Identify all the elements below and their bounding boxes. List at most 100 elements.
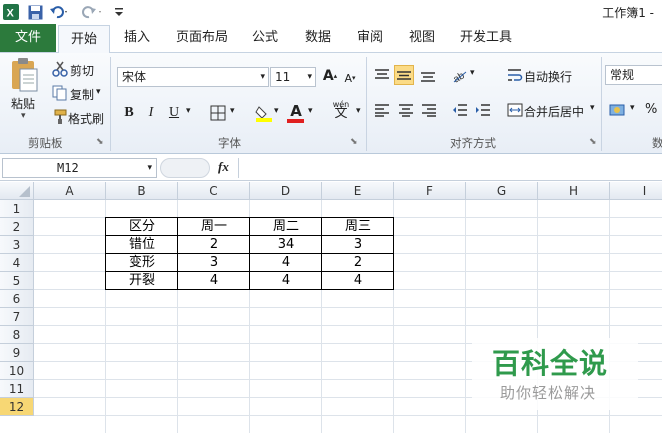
chevron-down-icon[interactable]: ▾ <box>630 103 635 113</box>
table-cell[interactable]: 4 <box>250 272 322 290</box>
underline-button[interactable]: U <box>164 103 184 123</box>
font-color-icon[interactable]: A <box>286 101 306 121</box>
tab-review[interactable]: 审阅 <box>357 24 383 52</box>
increase-indent-icon[interactable] <box>473 100 493 120</box>
align-middle-icon[interactable] <box>394 65 414 85</box>
table-cell[interactable]: 3 <box>178 254 250 272</box>
table-cell[interactable]: 3 <box>322 236 394 254</box>
tab-home[interactable]: 开始 <box>58 25 110 54</box>
number-format-combo[interactable]: 常规 <box>605 65 662 85</box>
paste-icon[interactable] <box>8 57 40 93</box>
tab-developer[interactable]: 开发工具 <box>460 24 512 52</box>
format-painter-icon[interactable] <box>50 107 70 127</box>
align-center-icon[interactable] <box>396 100 416 120</box>
tab-page-layout[interactable]: 页面布局 <box>176 24 228 52</box>
orientation-icon[interactable]: ab <box>450 65 470 85</box>
copy-button[interactable]: 复制 <box>70 86 94 103</box>
fill-color-icon[interactable] <box>254 103 274 123</box>
tab-data[interactable]: 数据 <box>305 24 331 52</box>
align-left-icon[interactable] <box>372 100 392 120</box>
undo-icon[interactable] <box>48 3 70 21</box>
align-right-icon[interactable] <box>419 100 439 120</box>
row-header-4[interactable]: 4 <box>0 254 34 272</box>
scissors-icon[interactable] <box>50 59 70 79</box>
table-cell[interactable]: 4 <box>178 272 250 290</box>
italic-button[interactable]: I <box>141 103 161 123</box>
font-size-combo[interactable]: 11 ▾ <box>270 67 316 87</box>
decrease-indent-icon[interactable] <box>450 100 470 120</box>
accounting-format-icon[interactable] <box>608 100 628 120</box>
tab-formulas[interactable]: 公式 <box>252 24 278 52</box>
column-header-h[interactable]: H <box>538 182 610 200</box>
chevron-down-icon[interactable]: ▾ <box>274 106 279 116</box>
select-all-corner[interactable] <box>0 182 34 200</box>
column-header-g[interactable]: G <box>466 182 538 200</box>
chevron-down-icon[interactable]: ▾ <box>308 106 313 116</box>
merge-center-button[interactable]: 合并后居中 <box>524 103 584 120</box>
table-cell[interactable]: 4 <box>250 254 322 272</box>
row-header-10[interactable]: 10 <box>0 362 34 380</box>
table-cell[interactable]: 2 <box>322 254 394 272</box>
table-header-cell[interactable]: 周三 <box>322 218 394 236</box>
row-header-3[interactable]: 3 <box>0 236 34 254</box>
table-cell[interactable]: 错位 <box>106 236 178 254</box>
borders-icon[interactable] <box>208 103 228 123</box>
copy-icon[interactable] <box>50 83 70 103</box>
name-box[interactable]: M12 ▾ <box>2 158 157 178</box>
chevron-down-icon[interactable]: ▾ <box>230 106 235 116</box>
wrap-text-button[interactable]: 自动换行 <box>524 68 572 85</box>
column-header-e[interactable]: E <box>322 182 394 200</box>
align-bottom-icon[interactable] <box>418 65 438 85</box>
font-launcher-icon[interactable]: ⬊ <box>350 137 358 147</box>
chevron-down-icon[interactable]: ▾ <box>186 106 191 116</box>
customize-toolbar-icon[interactable] <box>112 3 126 21</box>
bold-button[interactable]: B <box>119 103 139 123</box>
alignment-launcher-icon[interactable]: ⬊ <box>589 137 597 147</box>
table-cell[interactable]: 变形 <box>106 254 178 272</box>
row-header-12[interactable]: 12 <box>0 398 34 416</box>
save-icon[interactable] <box>26 3 44 21</box>
chevron-down-icon[interactable]: ▾ <box>590 103 595 113</box>
phonetic-guide-icon[interactable]: wén 文 <box>328 100 354 124</box>
format-painter-button[interactable]: 格式刷 <box>68 110 104 127</box>
row-header-6[interactable]: 6 <box>0 290 34 308</box>
table-header-cell[interactable]: 周二 <box>250 218 322 236</box>
shrink-font-icon[interactable]: A ▾ <box>340 68 360 88</box>
cut-button[interactable]: 剪切 <box>70 62 94 79</box>
merge-center-icon[interactable] <box>505 100 525 120</box>
row-header-2[interactable]: 2 <box>0 218 34 236</box>
table-cell[interactable]: 34 <box>250 236 322 254</box>
chevron-down-icon[interactable]: ▾ <box>356 106 361 116</box>
column-header-b[interactable]: B <box>106 182 178 200</box>
formula-input[interactable] <box>238 158 662 178</box>
chevron-down-icon[interactable]: ▾ <box>470 68 475 78</box>
percent-button[interactable]: % <box>645 102 657 117</box>
column-header-c[interactable]: C <box>178 182 250 200</box>
tab-file[interactable]: 文件 <box>0 24 56 52</box>
paste-dropdown-icon[interactable]: ▾ <box>21 111 26 121</box>
clipboard-launcher-icon[interactable]: ⬊ <box>96 137 104 147</box>
row-header-1[interactable]: 1 <box>0 200 34 218</box>
paste-button[interactable]: 粘贴 <box>11 95 35 112</box>
column-header-i[interactable]: I <box>610 182 662 200</box>
copy-dropdown-icon[interactable]: ▾ <box>96 87 101 97</box>
table-header-cell[interactable]: 周一 <box>178 218 250 236</box>
column-header-f[interactable]: F <box>394 182 466 200</box>
row-header-9[interactable]: 9 <box>0 344 34 362</box>
tab-view[interactable]: 视图 <box>409 24 435 52</box>
row-header-7[interactable]: 7 <box>0 308 34 326</box>
formula-bar-splitter[interactable] <box>160 158 210 178</box>
align-top-icon[interactable] <box>372 65 392 85</box>
chevron-down-icon[interactable]: ▾ <box>147 159 152 177</box>
column-header-d[interactable]: D <box>250 182 322 200</box>
column-header-a[interactable]: A <box>34 182 106 200</box>
wrap-text-icon[interactable] <box>505 65 525 85</box>
row-header-8[interactable]: 8 <box>0 326 34 344</box>
font-name-combo[interactable]: 宋体 ▾ <box>117 67 269 87</box>
redo-icon[interactable] <box>78 3 104 21</box>
table-cell[interactable]: 2 <box>178 236 250 254</box>
insert-function-button[interactable]: fx <box>218 159 229 175</box>
row-header-11[interactable]: 11 <box>0 380 34 398</box>
table-header-cell[interactable]: 区分 <box>106 218 178 236</box>
tab-insert[interactable]: 插入 <box>124 24 150 52</box>
